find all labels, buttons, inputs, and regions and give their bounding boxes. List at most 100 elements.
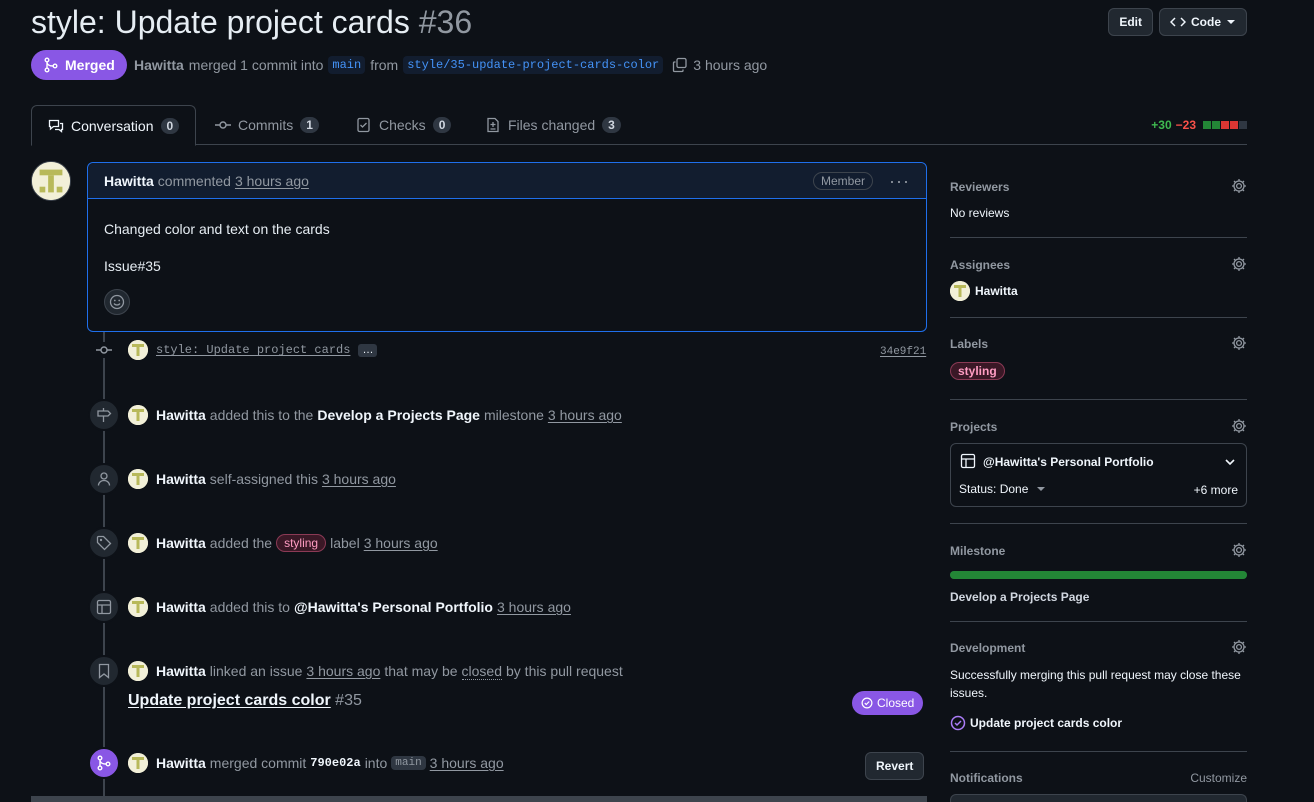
event-time[interactable]: 3 hours ago [322, 471, 396, 487]
subscribe-button[interactable] [950, 794, 1247, 802]
timeline-label: Hawitta added the styling label 3 hours … [88, 527, 438, 559]
sidebar-title[interactable]: Projects [950, 420, 997, 434]
timeline-merge: Hawitta merged commit 790e02a into main … [88, 747, 504, 779]
chevron-down-icon[interactable] [1224, 456, 1236, 468]
event-user[interactable]: Hawitta [156, 535, 206, 551]
sidebar-title[interactable]: Labels [950, 337, 988, 351]
event-text: added the [209, 535, 273, 551]
event-text: linked an issue [209, 663, 303, 679]
diff-block [1239, 121, 1247, 129]
sidebar-title[interactable]: Assignees [950, 258, 1010, 272]
label-styling[interactable]: styling [950, 362, 1005, 380]
avatar[interactable] [128, 533, 148, 553]
sidebar-title[interactable]: Development [950, 641, 1025, 655]
sidebar-milestone: Milestone Develop a Projects Page [950, 524, 1247, 622]
merge-badge [88, 747, 120, 779]
pr-author[interactable]: Hawitta [134, 57, 184, 73]
from-text: from [370, 57, 399, 73]
gear-icon[interactable] [1231, 418, 1247, 434]
kebab-menu-icon[interactable]: ··· [889, 172, 910, 190]
revert-button[interactable]: Revert [865, 752, 925, 780]
timeline-link: Hawitta linked an issue 3 hours ago that… [88, 655, 623, 687]
tab-checks[interactable]: Checks 0 [340, 105, 467, 145]
milestone-link[interactable]: Develop a Projects Page [317, 407, 480, 423]
diff-deletions: −23 [1175, 118, 1196, 132]
expand-commit-button[interactable]: … [358, 343, 378, 357]
event-text: added this to the [209, 407, 314, 423]
assignee-item[interactable]: Hawitta [950, 281, 1018, 301]
add-reaction-button[interactable] [104, 289, 130, 315]
gear-icon[interactable] [1231, 639, 1247, 655]
gear-icon[interactable] [1231, 178, 1247, 194]
commit-icon [215, 121, 231, 129]
project-link[interactable]: @Hawitta's Personal Portfolio [294, 599, 493, 615]
tab-conversation[interactable]: Conversation 0 [31, 105, 197, 146]
merge-branch[interactable]: main [391, 756, 426, 770]
avatar[interactable] [128, 597, 148, 617]
customize-link[interactable]: Customize [1190, 771, 1247, 785]
event-user[interactable]: Hawitta [156, 755, 206, 771]
milestone-name[interactable]: Develop a Projects Page [950, 590, 1089, 604]
diffstat: +30 −23 [1151, 118, 1247, 132]
pr-tabs: Conversation 0 Commits 1 Checks 0 Files … [31, 105, 1247, 146]
tab-label: Checks [379, 117, 426, 133]
commit-message[interactable]: style: Update project cards [156, 343, 350, 357]
event-text: by this pull request [506, 663, 623, 679]
gear-icon[interactable] [1231, 335, 1247, 351]
head-branch[interactable]: style/35-update-project-cards-color [403, 56, 664, 74]
triangle-down-icon [1037, 487, 1046, 491]
event-time[interactable]: 3 hours ago [306, 663, 380, 679]
avatar[interactable] [31, 161, 71, 201]
comment-time[interactable]: 3 hours ago [235, 173, 309, 189]
avatar[interactable] [128, 469, 148, 489]
sidebar-notifications: Notifications Customize [950, 771, 1247, 802]
avatar[interactable] [128, 405, 148, 425]
merge-icon [97, 755, 111, 771]
sidebar-reviewers: Reviewers No reviews [950, 160, 1247, 238]
event-time[interactable]: 3 hours ago [430, 755, 504, 771]
tab-label: Commits [238, 117, 294, 133]
edit-button[interactable]: Edit [1108, 8, 1153, 36]
checklist-icon [357, 117, 370, 133]
diff-block [1230, 121, 1238, 129]
linked-issue-number: #35 [335, 692, 362, 709]
project-status-dropdown[interactable]: Status: Done [959, 482, 1046, 496]
event-time[interactable]: 3 hours ago [548, 407, 622, 423]
gear-icon[interactable] [1231, 256, 1247, 272]
merge-sha[interactable]: 790e02a [310, 756, 360, 770]
tab-commits[interactable]: Commits 1 [199, 105, 335, 145]
tab-count: 1 [300, 117, 319, 133]
event-user[interactable]: Hawitta [156, 471, 206, 487]
event-time[interactable]: 3 hours ago [364, 535, 438, 551]
avatar[interactable] [128, 753, 148, 773]
copy-icon[interactable] [672, 57, 688, 73]
code-button[interactable]: Code [1159, 8, 1247, 36]
avatar-identicon [32, 162, 70, 200]
label-badge [88, 527, 120, 559]
comment-author[interactable]: Hawitta [104, 173, 154, 189]
avatar[interactable] [128, 340, 148, 360]
avatar[interactable] [128, 661, 148, 681]
gear-icon[interactable] [1231, 542, 1247, 558]
event-user[interactable]: Hawitta [156, 663, 206, 679]
project-more[interactable]: +6 more [1194, 483, 1238, 497]
event-time[interactable]: 3 hours ago [497, 599, 571, 615]
comment-line: Changed color and text on the cards [104, 221, 330, 237]
commit-sha[interactable]: 34e9f21 [880, 346, 926, 358]
development-text: Successfully merging this pull request m… [950, 668, 1241, 700]
development-issue[interactable]: Update project cards color [950, 715, 1122, 731]
event-text: added this to [209, 599, 290, 615]
event-user[interactable]: Hawitta [156, 407, 206, 423]
sidebar-title[interactable]: Reviewers [950, 180, 1009, 194]
tab-files-changed[interactable]: Files changed 3 [469, 105, 637, 145]
sidebar-title[interactable]: Milestone [950, 544, 1005, 558]
milestone-icon [97, 408, 112, 422]
event-user[interactable]: Hawitta [156, 599, 206, 615]
linked-issue-title[interactable]: Update project cards color [128, 692, 331, 709]
linked-issue[interactable]: Update project cards color #35 [128, 692, 362, 710]
label-styling[interactable]: styling [276, 534, 327, 552]
base-branch[interactable]: main [328, 56, 366, 74]
event-text: label [330, 535, 360, 551]
table-icon [96, 599, 112, 615]
project-name[interactable]: @Hawitta's Personal Portfolio [983, 455, 1154, 469]
